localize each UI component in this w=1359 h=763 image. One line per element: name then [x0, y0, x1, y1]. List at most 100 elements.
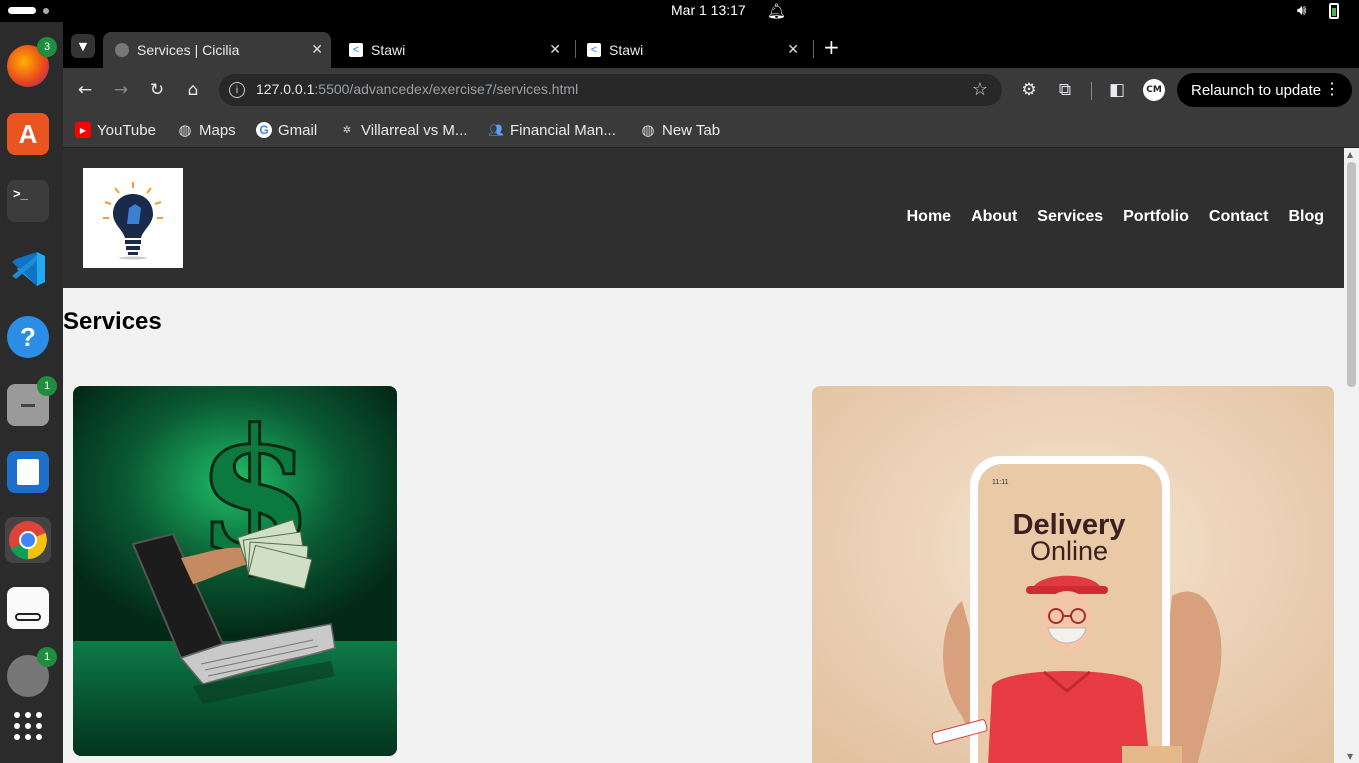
- relaunch-button[interactable]: Relaunch to update ⋮: [1177, 73, 1352, 107]
- browser-window: ▼ Services | Cicilia ✕ < Stawi ✕ < Stawi…: [63, 22, 1359, 763]
- site-info-icon[interactable]: i: [229, 82, 245, 98]
- bookmark-new-tab[interactable]: ◍ New Tab: [640, 119, 720, 141]
- home-button[interactable]: ⌂: [181, 78, 205, 102]
- page-scrollbar[interactable]: ▲ ▼: [1344, 148, 1359, 763]
- bookmark-villarreal[interactable]: ✲ Villarreal vs M...: [339, 119, 468, 141]
- scroll-up-icon[interactable]: ▲: [1347, 150, 1353, 159]
- nav-contact[interactable]: Contact: [1209, 208, 1269, 226]
- phone-time: 11:11: [992, 479, 1009, 486]
- tab-separator: [813, 40, 814, 58]
- app-center-launcher[interactable]: A: [5, 111, 51, 157]
- writer-icon: [7, 451, 49, 493]
- activities-indicator[interactable]: [8, 7, 36, 14]
- nav-blog[interactable]: Blog: [1288, 208, 1324, 226]
- volume-icon[interactable]: 🔊︎: [1297, 1, 1306, 19]
- help-launcher[interactable]: ?: [5, 314, 51, 360]
- extensions-puzzle-icon[interactable]: ⧉: [1053, 78, 1077, 102]
- nav-services[interactable]: Services: [1037, 208, 1103, 226]
- badge: 3: [37, 37, 57, 57]
- vscode-launcher[interactable]: [5, 246, 51, 292]
- bookmark-gmail[interactable]: G Gmail: [256, 119, 317, 141]
- tab-strip: ▼ Services | Cicilia ✕ < Stawi ✕ < Stawi…: [63, 22, 1359, 68]
- side-panel-icon[interactable]: ◧: [1105, 78, 1129, 102]
- bookmark-label: YouTube: [97, 121, 156, 139]
- address-bar[interactable]: i 127.0.0.1:5500/advancedex/exercise7/se…: [219, 74, 1002, 106]
- lightbulb-logo-icon: [103, 182, 163, 260]
- back-button[interactable]: ←: [73, 78, 97, 102]
- tab-stawi-1[interactable]: < Stawi ✕: [337, 32, 569, 68]
- browser-toolbar: ← → ↻ ⌂ i 127.0.0.1:5500/advancedex/exer…: [63, 68, 1359, 112]
- bookmark-label: Villarreal vs M...: [361, 121, 468, 139]
- dock: 3 A >_ ? 1 1: [0, 22, 63, 763]
- globe-icon: ◍: [178, 122, 192, 139]
- main-nav: Home About Services Portfolio Contact Bl…: [907, 208, 1324, 226]
- bookmark-youtube[interactable]: ▶ YouTube: [75, 119, 156, 141]
- scrollbar-thumb[interactable]: [1347, 162, 1356, 387]
- youtube-icon: ▶: [75, 122, 91, 138]
- globe-icon: ◍: [641, 122, 655, 139]
- app-center-icon: A: [7, 113, 49, 155]
- clock[interactable]: Mar 1 13:17: [671, 2, 746, 18]
- toolbar-divider: [1091, 82, 1092, 100]
- reload-button[interactable]: ↻: [145, 78, 169, 102]
- terminal-icon: >_: [7, 180, 49, 222]
- vscode-icon: [7, 248, 49, 290]
- online-text: Online: [1030, 536, 1108, 566]
- firefox-launcher[interactable]: 3: [5, 37, 57, 89]
- stawi-favicon-icon: <: [587, 43, 601, 57]
- site-logo[interactable]: [83, 168, 183, 268]
- nav-portfolio[interactable]: Portfolio: [1123, 208, 1189, 226]
- stawi-favicon-icon: <: [349, 43, 363, 57]
- chrome-launcher[interactable]: [5, 517, 51, 563]
- extension-x-icon[interactable]: ⚙: [1017, 78, 1041, 102]
- nav-about[interactable]: About: [971, 208, 1017, 226]
- tab-search-button[interactable]: ▼: [71, 34, 95, 58]
- bookmark-label: Maps: [199, 121, 236, 139]
- close-tab-icon[interactable]: ✕: [311, 41, 323, 58]
- close-tab-icon[interactable]: ✕: [549, 41, 561, 58]
- document-viewer-launcher[interactable]: [5, 585, 51, 631]
- new-tab-button[interactable]: +: [823, 35, 840, 59]
- url-text[interactable]: 127.0.0.1:5500/advancedex/exercise7/serv…: [256, 81, 578, 97]
- screenshot-launcher[interactable]: 1: [5, 647, 57, 699]
- terminal-launcher[interactable]: >_: [5, 178, 51, 224]
- tab-stawi-2[interactable]: < Stawi ✕: [575, 32, 807, 68]
- tab-services[interactable]: Services | Cicilia ✕: [103, 32, 331, 68]
- battery-icon[interactable]: [1329, 3, 1339, 19]
- more-menu-icon: ⋮: [1324, 81, 1340, 98]
- help-icon: ?: [7, 316, 49, 358]
- bookmark-maps[interactable]: ◍ Maps: [177, 119, 236, 141]
- badge: 1: [37, 376, 57, 396]
- nav-home[interactable]: Home: [907, 208, 951, 226]
- show-apps-button[interactable]: [5, 703, 51, 749]
- profile-avatar[interactable]: CM: [1143, 79, 1165, 101]
- notification-bell-icon[interactable]: 🔔︎: [767, 2, 786, 20]
- system-top-bar: Mar 1 13:17 🔔︎ 🔊︎: [0, 0, 1359, 22]
- bookmark-star-icon[interactable]: ☆: [972, 79, 988, 100]
- forward-button[interactable]: →: [109, 78, 133, 102]
- google-icon: G: [256, 122, 272, 138]
- page-title: Services: [63, 308, 162, 335]
- bookmark-label: Financial Man...: [510, 121, 616, 139]
- tab-title: Stawi: [371, 42, 406, 58]
- tab-title: Services | Cicilia: [137, 42, 240, 58]
- globe-icon: [115, 43, 129, 57]
- bookmark-label: New Tab: [662, 121, 721, 139]
- bookmark-label: Gmail: [278, 121, 318, 139]
- scroll-down-icon[interactable]: ▼: [1347, 752, 1353, 761]
- bookmark-financial[interactable]: 👥︎ Financial Man...: [488, 119, 616, 141]
- writer-launcher[interactable]: [5, 449, 51, 495]
- site-header: Home About Services Portfolio Contact Bl…: [63, 148, 1344, 288]
- document-viewer-icon: [7, 587, 49, 629]
- chrome-icon: [7, 519, 49, 561]
- app-grid-icon: [14, 712, 42, 740]
- money-laptop-image: $: [73, 386, 397, 756]
- files-launcher[interactable]: 1: [5, 376, 57, 428]
- tab-title: Stawi: [609, 42, 644, 58]
- close-tab-icon[interactable]: ✕: [787, 41, 799, 58]
- bookmarks-bar: ▶ YouTube ◍ Maps G Gmail ✲ Villarreal vs…: [63, 112, 1359, 148]
- page-viewport: Home About Services Portfolio Contact Bl…: [63, 148, 1359, 763]
- relaunch-label: Relaunch to update: [1191, 81, 1322, 99]
- people-icon: 👥︎: [488, 123, 504, 137]
- badge: 1: [37, 647, 57, 667]
